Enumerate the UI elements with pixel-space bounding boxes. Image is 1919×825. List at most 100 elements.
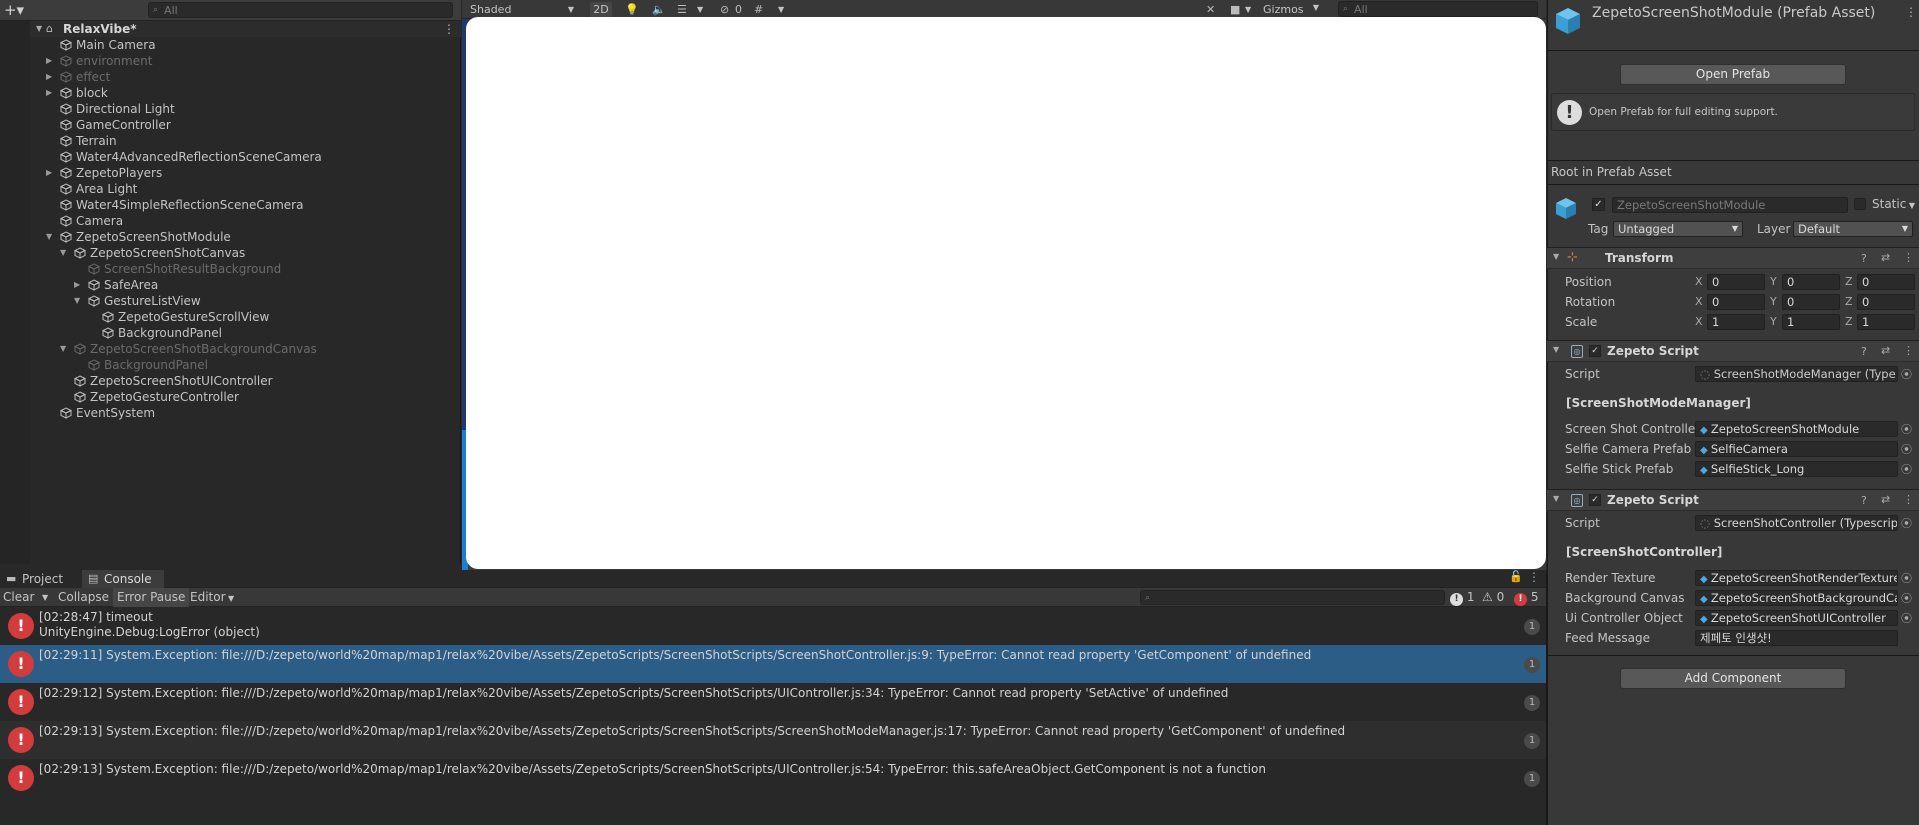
hierarchy-item[interactable]: GameController <box>0 117 461 133</box>
script-field-value[interactable]: ◆ SelfieStick_Long <box>1695 461 1898 477</box>
transform-scale-z-input[interactable]: 1 <box>1857 314 1915 330</box>
static-dropdown[interactable]: Static ▼ <box>1872 197 1915 211</box>
chevron-right-icon[interactable]: ▶ <box>74 277 84 293</box>
audio-icon[interactable]: 🔈 <box>652 3 666 16</box>
transform-rotation-z-input[interactable]: 0 <box>1857 294 1915 310</box>
chevron-down-icon[interactable]: ▼ <box>42 588 48 607</box>
active-checkbox[interactable]: ✓ <box>1592 198 1605 211</box>
lighting-icon[interactable]: 💡 <box>625 3 639 16</box>
log-entry[interactable]: ! [02:29:11] System.Exception: file:///D:… <box>0 645 1546 683</box>
kebab-menu-icon[interactable]: ⋮ <box>1903 344 1914 357</box>
hierarchy-item[interactable]: ▼ GestureListView <box>0 293 461 309</box>
chevron-right-icon[interactable]: ▶ <box>46 85 56 101</box>
gizmos-dropdown[interactable]: Gizmos ▼ <box>1263 3 1323 16</box>
hierarchy-item[interactable]: Directional Light <box>0 101 461 117</box>
transform-position-z-input[interactable]: 0 <box>1857 274 1915 290</box>
transform-header[interactable]: ▼ ⊹ Transform ? ⇄ ⋮ <box>1547 247 1919 269</box>
error-pause-button[interactable]: Error Pause <box>113 588 190 607</box>
log-entry[interactable]: ! [02:29:13] System.Exception: file:///D:… <box>0 759 1546 797</box>
scene-header-row[interactable]: ▼ ⌂ RelaxVibe* ⋮ <box>30 21 461 37</box>
chevron-down-icon[interactable]: ▼ <box>60 245 70 261</box>
chevron-down-icon[interactable]: ▼ <box>60 341 70 357</box>
chevron-down-icon[interactable]: ▼ <box>697 5 703 14</box>
chevron-down-icon[interactable]: ▼ <box>46 229 56 245</box>
hierarchy-item[interactable]: ZepetoScreenShotUIController <box>0 373 461 389</box>
layer-dropdown[interactable]: Default ▼ <box>1793 221 1913 237</box>
add-icon[interactable]: +▾ <box>0 1 28 19</box>
hierarchy-item[interactable]: Camera <box>0 213 461 229</box>
editor-dropdown[interactable]: Editor ▼ <box>190 588 234 607</box>
chevron-down-icon[interactable]: ▼ <box>1553 345 1559 354</box>
hierarchy-item[interactable]: ▶ SafeArea <box>0 277 461 293</box>
tools-icon[interactable]: ✕ <box>1206 3 1215 16</box>
transform-position-x-input[interactable]: 0 <box>1707 274 1765 290</box>
kebab-menu-icon[interactable]: ⋮ <box>1905 5 1917 19</box>
error-filter-toggle[interactable]: ! 5 <box>1514 588 1538 607</box>
help-icon[interactable]: ? <box>1861 345 1867 358</box>
collapse-button[interactable]: Collapse <box>54 588 113 607</box>
object-picker-icon[interactable]: ⦿ <box>1901 570 1912 586</box>
console-search-input[interactable]: ⌕ <box>1140 590 1445 605</box>
script-field-value[interactable]: 제페토 인생샷! <box>1695 630 1898 646</box>
scene-visibility-icon[interactable]: ⊘ <box>720 3 729 16</box>
help-icon[interactable]: ? <box>1861 252 1867 265</box>
hierarchy-item[interactable]: ▶ ZepetoPlayers <box>0 165 461 181</box>
transform-scale-y-input[interactable]: 1 <box>1782 314 1840 330</box>
log-entry[interactable]: ! [02:29:12] System.Exception: file:///D:… <box>0 683 1546 721</box>
object-picker-icon[interactable]: ⦿ <box>1901 610 1912 626</box>
object-picker-icon[interactable]: ⦿ <box>1901 590 1912 606</box>
lock-icon[interactable]: 🔓 <box>1509 570 1523 583</box>
enabled-checkbox[interactable]: ✓ <box>1589 494 1601 506</box>
script-field-value[interactable]: ◆ ZepetoScreenShotBackgroundCa <box>1695 590 1898 606</box>
add-component-button[interactable]: Add Component <box>1620 668 1846 689</box>
hierarchy-item[interactable]: ▼ ZepetoScreenShotModule <box>0 229 461 245</box>
hierarchy-item[interactable]: ▶ block <box>0 85 461 101</box>
chevron-right-icon[interactable]: ▶ <box>46 69 56 85</box>
preset-icon[interactable]: ⇄ <box>1881 251 1890 264</box>
clear-button[interactable]: Clear <box>3 588 34 607</box>
object-name-field[interactable]: ZepetoScreenShotModule <box>1612 197 1848 213</box>
hierarchy-item[interactable]: ▶ environment <box>0 53 461 69</box>
object-picker-icon[interactable]: ⦿ <box>1901 461 1912 477</box>
hierarchy-item[interactable]: ▶ effect <box>0 69 461 85</box>
chevron-down-icon[interactable]: ▼ <box>1553 252 1559 261</box>
transform-rotation-y-input[interactable]: 0 <box>1782 294 1840 310</box>
script-field-value[interactable]: ◆ ZepetoScreenShotUIController <box>1695 610 1898 626</box>
tab-console[interactable]: ▤ Console <box>82 570 164 588</box>
hierarchy-item[interactable]: Water4SimpleReflectionSceneCamera <box>0 197 461 213</box>
chevron-down-icon[interactable]: ▼ <box>1553 494 1559 503</box>
scene-viewport[interactable] <box>466 17 1546 569</box>
log-entry[interactable]: ! [02:28:47] timeout UnityEngine.Debug:Log… <box>0 607 1546 645</box>
static-checkbox[interactable] <box>1854 198 1866 210</box>
object-picker-icon[interactable]: ⦿ <box>1901 441 1912 457</box>
chevron-down-icon[interactable]: ▼ <box>1245 5 1251 14</box>
hierarchy-item[interactable]: ▼ ZepetoScreenShotCanvas <box>0 245 461 261</box>
toggle-2d-button[interactable]: 2D <box>590 1 612 17</box>
transform-rotation-x-input[interactable]: 0 <box>1707 294 1765 310</box>
scene-search-input[interactable]: ⌕ All <box>1338 1 1538 17</box>
hierarchy-item[interactable]: ▼ ZepetoScreenShotBackgroundCanvas <box>0 341 461 357</box>
hierarchy-item[interactable]: Water4AdvancedReflectionSceneCamera <box>0 149 461 165</box>
transform-position-y-input[interactable]: 0 <box>1782 274 1840 290</box>
script-field-value[interactable]: ◆ ZepetoScreenShotModule <box>1695 421 1898 437</box>
kebab-menu-icon[interactable]: ⋮ <box>1528 570 1540 584</box>
log-entry[interactable]: ! [02:29:13] System.Exception: file:///D:… <box>0 721 1546 759</box>
hierarchy-item[interactable]: ScreenShotResultBackground <box>0 261 461 277</box>
object-picker-icon[interactable]: ⦿ <box>1901 366 1912 382</box>
hierarchy-item[interactable]: Area Light <box>0 181 461 197</box>
transform-scale-x-input[interactable]: 1 <box>1707 314 1765 330</box>
kebab-menu-icon[interactable]: ⋮ <box>443 21 455 37</box>
help-icon[interactable]: ? <box>1861 494 1867 507</box>
preset-icon[interactable]: ⇄ <box>1881 344 1890 357</box>
chevron-down-icon[interactable]: ▼ <box>74 293 84 309</box>
shading-dropdown[interactable]: Shaded ▼ <box>466 2 578 17</box>
tag-dropdown[interactable]: Untagged ▼ <box>1613 221 1743 237</box>
hierarchy-item[interactable]: ZepetoGestureController <box>0 389 461 405</box>
open-prefab-button[interactable]: Open Prefab <box>1620 64 1846 85</box>
warning-filter-toggle[interactable]: ⚠ 0 <box>1482 588 1504 607</box>
object-picker-icon[interactable]: ⦿ <box>1901 515 1912 531</box>
hierarchy-item[interactable]: BackgroundPanel <box>0 357 461 373</box>
zepeto-script-header-2[interactable]: ▼ ◎ ✓ Zepeto Script ? ⇄ ⋮ <box>1547 489 1919 511</box>
zepeto-script-header-1[interactable]: ▼ ◎ ✓ Zepeto Script ? ⇄ ⋮ <box>1547 340 1919 362</box>
script-field-value[interactable]: ◆ SelfieCamera <box>1695 441 1898 457</box>
